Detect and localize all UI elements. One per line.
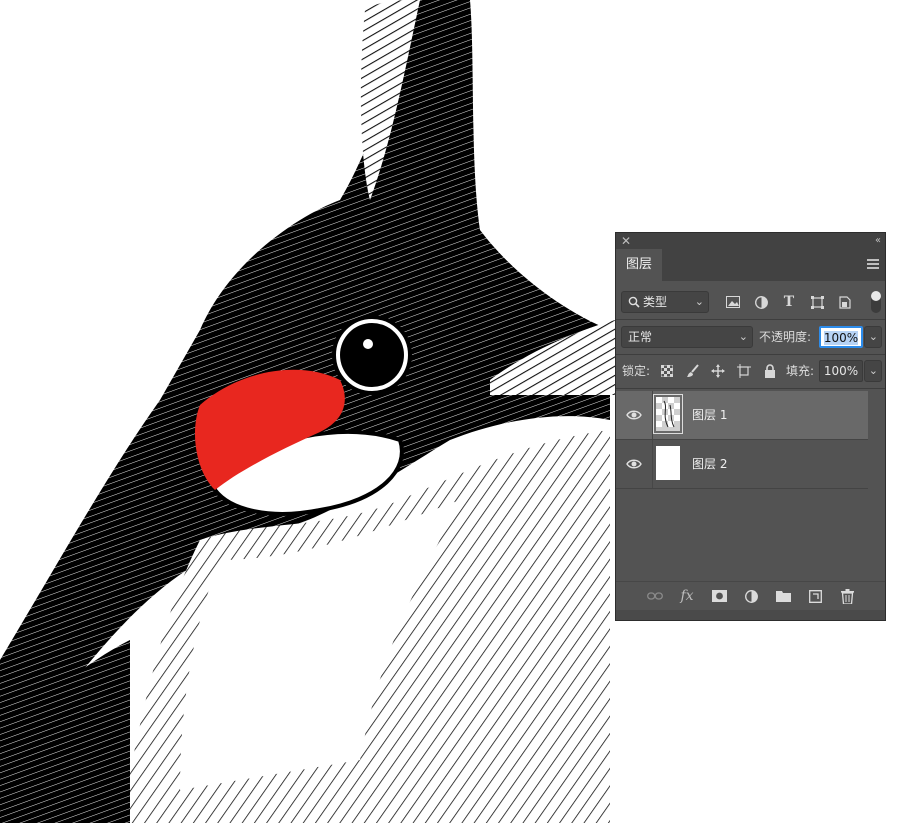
adjustment-filter-icon[interactable] — [754, 295, 768, 309]
eye-pupil — [340, 323, 404, 387]
lock-artboard-icon[interactable] — [736, 360, 752, 382]
image-filter-icon[interactable] — [726, 295, 740, 309]
opacity-slider-button[interactable]: ⌄ — [864, 326, 882, 348]
fill-value: 100% — [823, 364, 859, 378]
tab-layers[interactable]: 图层 — [616, 249, 662, 281]
panel-titlebar: ✕ ‹‹ — [616, 233, 885, 249]
layer-effects-icon[interactable]: fx — [679, 588, 695, 604]
fill-label: 填充: — [786, 364, 815, 378]
chevron-down-icon: ⌄ — [868, 364, 878, 377]
filter-kind-dropdown[interactable]: 类型 ⌄ — [621, 291, 709, 313]
collapse-icon[interactable]: ‹‹ — [875, 233, 881, 249]
new-layer-icon[interactable] — [807, 588, 823, 604]
layer-thumbnail — [656, 446, 680, 480]
panel-tab-row: 图层 — [616, 249, 885, 281]
adjustment-layer-icon[interactable] — [743, 588, 759, 604]
lock-image-pixels-icon[interactable] — [685, 360, 701, 382]
lock-label: 锁定: — [622, 364, 651, 378]
smart-object-filter-icon[interactable] — [838, 295, 852, 309]
fill-slider-button[interactable]: ⌄ — [864, 360, 882, 382]
panel-resize-handle[interactable] — [616, 610, 885, 620]
layer-thumbnail — [653, 394, 683, 434]
chevron-down-icon: ⌄ — [694, 295, 704, 308]
layer-name[interactable]: 图层 1 — [692, 391, 727, 439]
layer-row-2[interactable]: 图层 2 — [616, 440, 868, 488]
visibility-eye-icon[interactable] — [626, 457, 642, 471]
shape-filter-icon[interactable] — [810, 295, 824, 309]
link-layers-icon[interactable] — [647, 588, 663, 604]
blend-row: 正常 ⌄ 不透明度: 100% ⌄ — [616, 326, 885, 348]
filter-toggle[interactable] — [871, 291, 881, 313]
opacity-label: 不透明度: — [759, 330, 812, 344]
filter-kind-label: 类型 — [643, 295, 668, 309]
new-group-folder-icon[interactable] — [775, 588, 791, 604]
layers-bottom-toolbar: fx — [616, 581, 885, 610]
layer-name[interactable]: 图层 2 — [692, 440, 727, 488]
add-mask-icon[interactable] — [711, 588, 727, 604]
lock-all-icon[interactable] — [762, 360, 778, 382]
filter-row: 类型 ⌄ T — [616, 291, 885, 313]
delete-layer-icon[interactable] — [839, 588, 855, 604]
lock-position-icon[interactable] — [710, 360, 726, 382]
blend-mode-value: 正常 — [628, 330, 653, 344]
layers-panel: ✕ ‹‹ 图层 类型 ⌄ T 正常 ⌄ 不透明度: 100% ⌄ 锁定: 填充:… — [615, 232, 886, 621]
lock-row: 锁定: 填充: 100% ⌄ — [616, 360, 885, 382]
search-icon — [628, 296, 640, 308]
chevron-down-icon: ⌄ — [868, 330, 878, 343]
opacity-input[interactable]: 100% — [819, 326, 863, 348]
chevron-down-icon: ⌄ — [738, 330, 748, 343]
close-icon[interactable]: ✕ — [621, 233, 631, 249]
lock-transparent-pixels-icon[interactable] — [659, 360, 675, 382]
fill-input[interactable]: 100% — [819, 360, 863, 382]
visibility-eye-icon[interactable] — [626, 408, 642, 422]
type-filter-icon[interactable]: T — [782, 294, 796, 310]
opacity-value: 100% — [823, 331, 859, 345]
blend-mode-dropdown[interactable]: 正常 ⌄ — [621, 326, 753, 348]
panel-menu-icon[interactable] — [867, 259, 879, 271]
layer-row-1[interactable]: 图层 1 — [616, 391, 868, 439]
